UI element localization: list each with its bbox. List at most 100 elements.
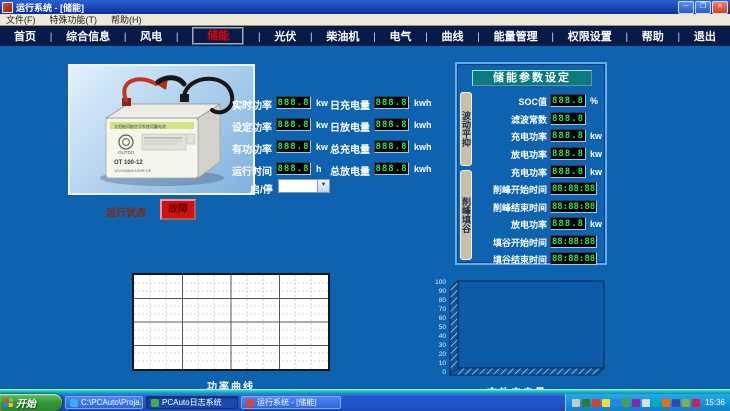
taskbar-task-run-system[interactable]: 运行系统 - [储能] [241,396,341,409]
valley-end-time-value[interactable]: 88:88:88 [550,252,597,265]
run-system-icon [246,399,254,407]
nav-separator [678,27,681,45]
total-charge-label: 总充电量 [326,141,370,156]
tray-icon[interactable] [642,399,650,407]
nav-item-storage[interactable]: 储能 [192,27,244,45]
tray-icon[interactable] [692,399,700,407]
peak-end-time-value[interactable]: 88:88:88 [550,200,597,213]
tray-icon[interactable] [672,399,680,407]
peak-end-time-label: 削峰结束时间 [465,201,547,214]
svg-text:OUTDO: OUTDO [118,150,135,155]
nav-item-home[interactable]: 首页 [14,28,36,44]
nav-separator [50,27,53,45]
tray-icon[interactable] [592,399,600,407]
peak-charge-power-label: 充电功率 [465,166,547,179]
restore-button[interactable]: ❐ [695,1,711,14]
nav-item-help[interactable]: 帮助 [642,28,664,44]
tray-icon[interactable] [612,399,620,407]
menu-special-functions[interactable]: 特殊功能(T) [50,13,98,26]
peak-discharge-power-unit: kw [590,219,602,229]
fluct-charge-power-unit: kw [590,131,602,141]
chevron-down-icon[interactable]: ▼ [317,180,329,192]
menu-help[interactable]: 帮助(H) [111,13,142,26]
tray-icon[interactable] [582,399,590,407]
svg-text:12V100AH/10HR CE: 12V100AH/10HR CE [114,168,152,173]
fluct-discharge-power-value[interactable]: 888.8 [550,147,586,160]
total-discharge-label: 总放电量 [326,163,370,178]
valley-end-time-label: 填谷结束时间 [465,253,547,266]
nav-item-energy-mgmt[interactable]: 能量管理 [494,28,538,44]
taskbar: 开始 C:\PCAuto\Proja... PCAuto日志系统 运行系统 - … [0,394,730,411]
tray-icon[interactable] [572,399,580,407]
nav-separator [258,27,261,45]
storage-params-panel: 储能参数设定 波动平抑 削峰填谷 SOC值 888.8 % 滤波常数 888.8… [455,62,607,265]
nav-item-electrical[interactable]: 电气 [389,28,411,44]
active-power-value: 888.8 [276,140,311,153]
tray-clock[interactable]: 15:36 [705,398,725,407]
run-status-indicator: 故障 [160,199,196,220]
app-icon [2,2,13,13]
tray-icon[interactable] [622,399,630,407]
windows-logo-icon [4,398,14,407]
close-button[interactable]: ✕ [712,1,728,14]
nav-item-permissions[interactable]: 权限设置 [568,28,612,44]
taskbar-task-log-system[interactable]: PCAuto日志系统 [146,396,238,409]
title-bar: 运行系统 - [储能] ─ ❐ ✕ [0,0,730,14]
tray-icon[interactable] [682,399,690,407]
explorer-icon [70,399,78,407]
nav-item-curves[interactable]: 曲线 [442,28,464,44]
run-status-label: 运行状态 [106,204,146,219]
nav-separator [425,27,428,45]
run-time-value: 888.8 [276,162,311,175]
total-discharge-unit: kwh [414,164,432,174]
taskbar-task-explorer[interactable]: C:\PCAuto\Proja... [65,396,143,409]
nav-item-pv[interactable]: 光伏 [274,28,296,44]
tray-icon[interactable] [652,399,660,407]
battery-image-panel: 太阳能风能信号系统用蓄电池 OUTDO OT 100-12 12V100AH/1… [68,64,255,195]
peak-discharge-power-label: 放电功率 [465,218,547,231]
daily-charge-unit: kwh [414,98,432,108]
tray-icon[interactable] [602,399,610,407]
power-curve-chart [132,273,330,371]
soc-value[interactable]: 888.8 [550,94,586,107]
fluct-discharge-power-label: 放电功率 [465,148,547,161]
valley-start-time-value[interactable]: 88:88:88 [550,235,597,248]
total-discharge-value: 888.8 [374,162,409,175]
run-time-unit: h [316,164,322,174]
nav-separator [625,27,628,45]
menu-file[interactable]: 文件(F) [6,13,36,26]
peak-charge-power-value[interactable]: 888.8 [550,165,586,178]
battery-model-text: OT 100-12 [114,160,143,166]
nav-separator [176,27,179,45]
realtime-power-value: 888.8 [276,96,311,109]
valley-start-time-label: 填谷开始时间 [465,236,547,249]
tray-icon[interactable] [662,399,670,407]
peak-start-time-label: 削峰开始时间 [465,183,547,196]
set-power-label: 设定功率 [228,119,272,134]
log-system-icon [151,399,159,407]
start-button[interactable]: 开始 [0,394,62,411]
nav-item-exit[interactable]: 退出 [694,28,716,44]
nav-item-diesel[interactable]: 柴油机 [326,28,359,44]
filter-constant-label: 滤波常数 [465,113,547,126]
peak-discharge-power-value[interactable]: 888.8 [550,217,586,230]
daily-discharge-label: 日放电量 [326,119,370,134]
total-charge-unit: kwh [414,142,432,152]
daily-charge-label: 日充电量 [326,97,370,112]
nav-item-wind[interactable]: 风电 [140,28,162,44]
filter-constant-value[interactable]: 888.8 [550,112,586,125]
set-power-value: 888.8 [276,118,311,131]
peak-start-time-value[interactable]: 88:88:88 [550,182,597,195]
window-title: 运行系统 - [储能] [16,1,677,14]
tray-icon[interactable] [632,399,640,407]
daily-discharge-value: 888.8 [374,118,409,131]
start-stop-label: 启/停 [250,181,273,196]
fluct-charge-power-value[interactable]: 888.8 [550,129,586,142]
nav-item-overview[interactable]: 综合信息 [66,28,110,44]
run-time-label: 运行时间 [228,163,272,178]
start-stop-dropdown[interactable]: ▼ [278,179,330,193]
minimize-button[interactable]: ─ [678,1,694,14]
nav-bar: 首页 综合信息 风电 储能 光伏 柴油机 电气 曲线 能量管理 权限设置 帮助 … [0,26,730,46]
daily-charge-value: 888.8 [374,96,409,109]
charge-discharge-chart: 10090 8070 6050 4030 2010 0 [424,278,610,382]
